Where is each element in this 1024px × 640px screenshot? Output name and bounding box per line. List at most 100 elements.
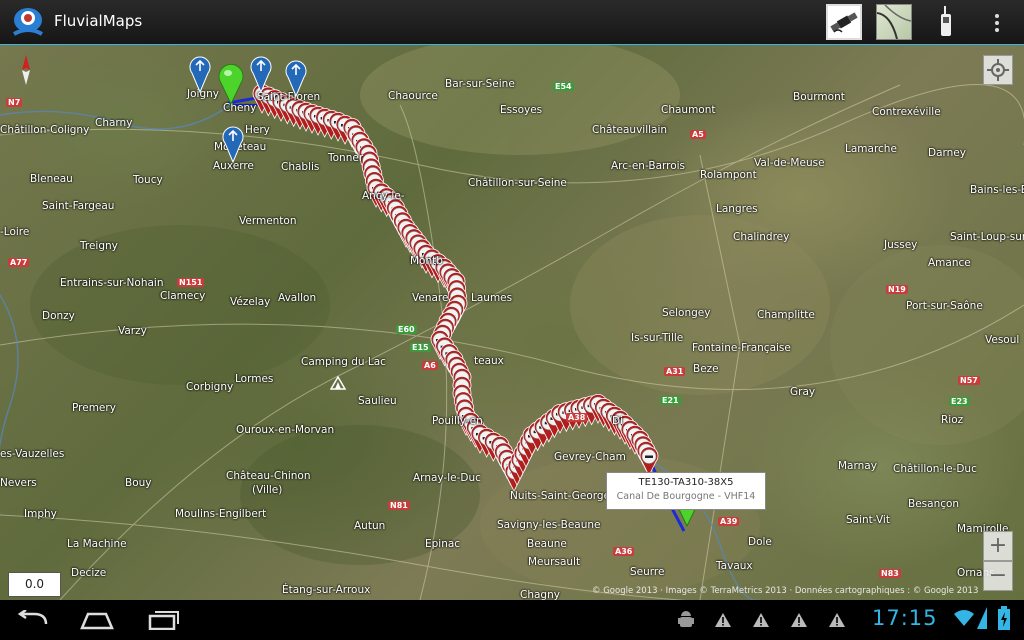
place-label: Bains-les-Bains bbox=[970, 184, 1024, 196]
camping-icon[interactable] bbox=[330, 376, 346, 390]
place-label: es-Vauzelles bbox=[0, 448, 65, 460]
battery-charging-icon bbox=[998, 606, 1010, 630]
road-label: A38 bbox=[566, 413, 588, 422]
wifi-icon bbox=[954, 610, 974, 626]
place-label: Hery bbox=[245, 124, 270, 136]
lock-pin-icon[interactable] bbox=[250, 55, 272, 93]
road-label: N57 bbox=[958, 376, 980, 385]
place-label: Pouilly-en bbox=[432, 415, 483, 427]
zoom-in-button[interactable]: + bbox=[983, 531, 1013, 561]
lock-pin-icon[interactable] bbox=[189, 55, 211, 93]
place-label: Châteauvillain bbox=[592, 124, 668, 136]
place-label: Vermenton bbox=[239, 215, 297, 227]
road-label: E23 bbox=[949, 397, 970, 406]
map-view[interactable]: Joigny Cheny Saint-Floren Hery Monéteau Auxer… bbox=[0, 45, 1024, 600]
warning-icon bbox=[753, 613, 769, 627]
map-copyright: © Google 2013 · Images © TerraMetrics 20… bbox=[592, 586, 979, 596]
place-label: Contrexéville bbox=[872, 106, 941, 118]
map-type-button[interactable] bbox=[876, 4, 912, 40]
place-label: Beaune bbox=[527, 538, 567, 550]
place-label: Dole bbox=[748, 536, 772, 548]
road-label: E21 bbox=[660, 396, 681, 405]
status-clock: 17:15 bbox=[872, 606, 938, 630]
app-title: FluvialMaps bbox=[54, 12, 143, 30]
place-label: Avallon bbox=[278, 292, 317, 304]
compass-icon[interactable] bbox=[16, 55, 36, 85]
callout-subtitle: Canal De Bourgogne - VHF14 bbox=[616, 491, 756, 502]
place-label: Charny bbox=[95, 117, 133, 129]
place-label: Premery bbox=[72, 402, 116, 414]
place-label: Rolampont bbox=[700, 169, 757, 181]
lock-pin-icon[interactable] bbox=[285, 59, 307, 97]
place-label: Montb bbox=[410, 255, 443, 267]
place-label: Besançon bbox=[908, 498, 960, 510]
place-label: Gevrey-Cham bbox=[554, 451, 626, 463]
place-label: -Loire bbox=[0, 226, 30, 238]
place-label: Saulieu bbox=[358, 395, 397, 407]
back-icon[interactable] bbox=[16, 610, 50, 630]
road-label: N19 bbox=[886, 285, 908, 294]
warning-icon bbox=[715, 613, 731, 627]
app-screen: FluvialMaps Joigny Cheny Saint-Floren He… bbox=[0, 0, 1024, 640]
recent-apps-icon[interactable] bbox=[148, 610, 180, 630]
home-icon[interactable] bbox=[80, 612, 114, 630]
road-label: A36 bbox=[613, 547, 635, 556]
map-layer-icon bbox=[876, 4, 912, 40]
place-label: Is-sur-Tille bbox=[631, 332, 684, 344]
place-label: Varzy bbox=[118, 325, 147, 337]
start-pin-icon[interactable] bbox=[218, 63, 244, 105]
road-label: E15 bbox=[410, 343, 431, 352]
road-label: E60 bbox=[396, 325, 417, 334]
road-label: N83 bbox=[879, 569, 901, 578]
place-label: Port-sur-Saône bbox=[906, 300, 983, 312]
place-label: Étang-sur-Arroux bbox=[282, 584, 371, 596]
place-label: Chaumont bbox=[661, 104, 716, 116]
zoom-out-button[interactable]: − bbox=[983, 561, 1013, 591]
system-nav-bar bbox=[0, 600, 1024, 640]
satellite-view-button[interactable] bbox=[826, 4, 862, 40]
overflow-menu-button[interactable] bbox=[982, 4, 1012, 40]
lock-pin-icon[interactable] bbox=[222, 125, 244, 163]
place-label: Bar-sur-Seine bbox=[445, 78, 515, 90]
road-label: N81 bbox=[388, 501, 410, 510]
place-label: Chalindrey bbox=[733, 231, 790, 243]
place-label: Tavaux bbox=[716, 560, 753, 572]
place-label: Ouroux-en-Morvan bbox=[236, 424, 335, 436]
gps-device-icon bbox=[941, 6, 951, 36]
overflow-menu-icon bbox=[995, 14, 999, 32]
app-logo-icon[interactable] bbox=[10, 6, 46, 40]
warning-icon bbox=[791, 613, 807, 627]
place-label: teaux bbox=[474, 355, 504, 367]
gps-button[interactable] bbox=[934, 4, 970, 40]
my-location-button[interactable] bbox=[983, 55, 1013, 85]
place-label: Di bbox=[612, 415, 624, 427]
place-label: Toucy bbox=[133, 174, 163, 186]
place-label: Chagny bbox=[520, 589, 560, 600]
place-label: Châtillon-le-Duc bbox=[893, 463, 977, 475]
place-label: Chaource bbox=[388, 90, 438, 102]
place-label: Lormes bbox=[235, 373, 274, 385]
place-label: Treigny bbox=[80, 240, 118, 252]
place-label: Vézelay bbox=[230, 296, 271, 308]
road-label: A31 bbox=[664, 367, 686, 376]
place-label: Châtillon-Coligny bbox=[0, 124, 90, 136]
place-label: Gray bbox=[790, 386, 816, 398]
place-label: Entrains-sur-Nohain bbox=[60, 277, 164, 289]
place-label: Chablis bbox=[281, 161, 320, 173]
place-label: Saint-Vit bbox=[846, 514, 890, 526]
road-label: E54 bbox=[553, 82, 574, 91]
place-label: Donzy bbox=[42, 310, 75, 322]
place-label: Arc-en-Barrois bbox=[611, 160, 686, 172]
place-label: Val-de-Meuse bbox=[754, 157, 825, 169]
place-label: Selongey bbox=[662, 307, 711, 319]
lock-info-callout[interactable]: TE130-TA310-38X5 Canal De Bourgogne - VH… bbox=[606, 472, 766, 510]
place-label: Epinac bbox=[425, 538, 461, 550]
place-label: (Ville) bbox=[252, 484, 283, 496]
place-label: Tonner bbox=[328, 152, 364, 164]
place-label: Lamarche bbox=[845, 143, 897, 155]
place-label: Arnay-le-Duc bbox=[413, 472, 481, 484]
place-label: Châtillon-sur-Seine bbox=[468, 177, 567, 189]
road-label: A77 bbox=[8, 258, 30, 267]
road-label: N7 bbox=[6, 98, 23, 107]
road-label: A39 bbox=[718, 517, 740, 526]
